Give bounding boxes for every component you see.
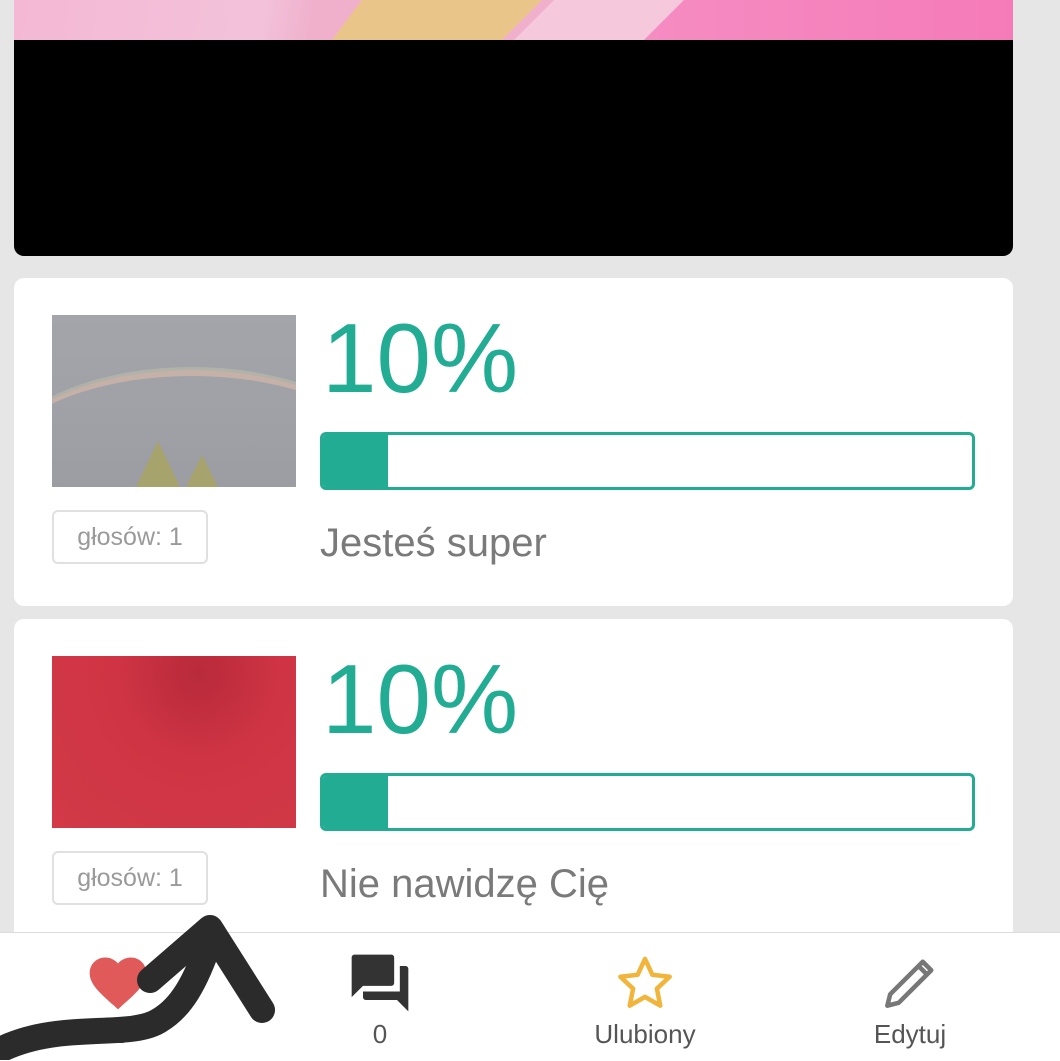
progress-bar	[320, 773, 975, 831]
bottom-action-bar: 2 0 Ulubiony Edytuj	[0, 932, 1060, 1061]
answer-percent: 10%	[322, 303, 519, 413]
answer-image	[52, 656, 296, 828]
answer-card[interactable]: głosów: 1 10% Nie nawidzę Cię	[14, 619, 1013, 959]
media-card[interactable]	[14, 0, 1013, 256]
star-icon	[618, 956, 672, 1008]
answer-text: Nie nawidzę Cię	[320, 862, 610, 906]
votes-badge: głosów: 1	[52, 851, 208, 905]
progress-bar	[320, 432, 975, 490]
answer-image	[52, 315, 296, 487]
favorite-label: Ulubiony	[594, 1019, 696, 1049]
progress-fill	[323, 435, 388, 487]
edit-button[interactable]: Edytuj	[820, 933, 1000, 1061]
edit-label: Edytuj	[873, 1019, 947, 1049]
progress-fill	[323, 776, 388, 828]
comment-count: 0	[372, 1019, 388, 1049]
answer-text: Jesteś super	[320, 521, 547, 565]
votes-badge: głosów: 1	[52, 510, 208, 564]
answer-percent: 10%	[322, 644, 519, 754]
like-count: 2	[110, 1019, 126, 1049]
comments-button[interactable]: 0	[290, 933, 470, 1061]
chat-icon	[351, 954, 409, 1012]
like-button[interactable]: 2	[28, 933, 208, 1061]
header-image	[14, 0, 1013, 40]
heart-icon	[89, 957, 147, 1010]
favorite-button[interactable]: Ulubiony	[555, 933, 735, 1061]
pencil-icon	[885, 959, 934, 1008]
answer-card[interactable]: głosów: 1 10% Jesteś super	[14, 278, 1013, 606]
